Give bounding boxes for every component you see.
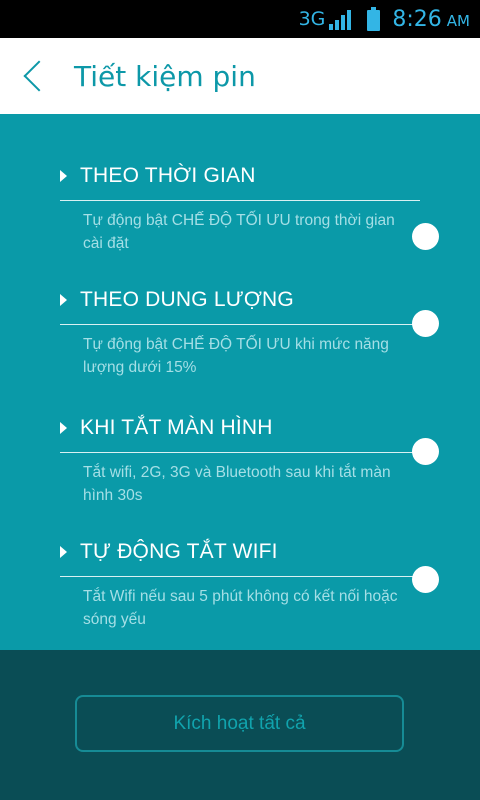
section-label: THEO THỜI GIAN: [80, 164, 256, 187]
section-auto-wifi-off: TỰ ĐỘNG TẮT WIFI Tắt Wifi nếu sau 5 phút…: [0, 534, 480, 658]
toggle-knob[interactable]: [412, 223, 439, 250]
battery-icon: [367, 7, 381, 31]
divider: [60, 452, 420, 453]
chevron-left-icon[interactable]: [23, 60, 55, 92]
clock-ampm: AM: [446, 12, 470, 30]
section-description: Tự động bật CHẾ ĐỘ TỐI ƯU khi mức năng l…: [83, 336, 389, 376]
section-label: TỰ ĐỘNG TẮT WIFI: [80, 540, 278, 563]
caret-right-icon: [60, 170, 67, 182]
section-screen-off: KHI TẮT MÀN HÌNH Tắt wifi, 2G, 3G và Blu…: [0, 410, 480, 534]
section-header[interactable]: THEO DUNG LƯỢNG: [60, 282, 440, 318]
signal-icon: [329, 8, 352, 30]
divider: [60, 576, 420, 577]
caret-right-icon: [60, 422, 67, 434]
divider: [60, 324, 420, 325]
app-header: Tiết kiệm pin: [0, 38, 480, 114]
toggle-knob[interactable]: [412, 310, 439, 337]
clock-time: 8:26: [392, 6, 442, 32]
settings-list: THEO THỜI GIAN Tự động bật CHẾ ĐỘ TỐI ƯU…: [0, 114, 480, 650]
activate-all-button[interactable]: Kích hoạt tất cả: [75, 695, 404, 752]
section-description: Tắt Wifi nếu sau 5 phút không có kết nối…: [83, 588, 398, 628]
network-type: 3G: [298, 8, 326, 30]
section-label: KHI TẮT MÀN HÌNH: [80, 416, 273, 439]
section-header[interactable]: THEO THỜI GIAN: [60, 158, 440, 194]
section-description: Tự động bật CHẾ ĐỘ TỐI ƯU trong thời gia…: [83, 212, 395, 252]
toggle-knob[interactable]: [412, 566, 439, 593]
section-label: THEO DUNG LƯỢNG: [80, 288, 294, 311]
section-description: Tắt wifi, 2G, 3G và Bluetooth sau khi tắ…: [83, 464, 391, 504]
page-title: Tiết kiệm pin: [74, 59, 256, 93]
section-by-capacity: THEO DUNG LƯỢNG Tự động bật CHẾ ĐỘ TỐI Ư…: [0, 282, 480, 406]
footer: Kích hoạt tất cả: [0, 650, 480, 800]
section-by-time: THEO THỜI GIAN Tự động bật CHẾ ĐỘ TỐI ƯU…: [0, 158, 480, 282]
status-bar: 3G 8:26 AM: [0, 0, 480, 38]
divider: [60, 200, 420, 201]
section-header[interactable]: KHI TẮT MÀN HÌNH: [60, 410, 440, 446]
section-header[interactable]: TỰ ĐỘNG TẮT WIFI: [60, 534, 440, 570]
caret-right-icon: [60, 546, 67, 558]
caret-right-icon: [60, 294, 67, 306]
toggle-knob[interactable]: [412, 438, 439, 465]
